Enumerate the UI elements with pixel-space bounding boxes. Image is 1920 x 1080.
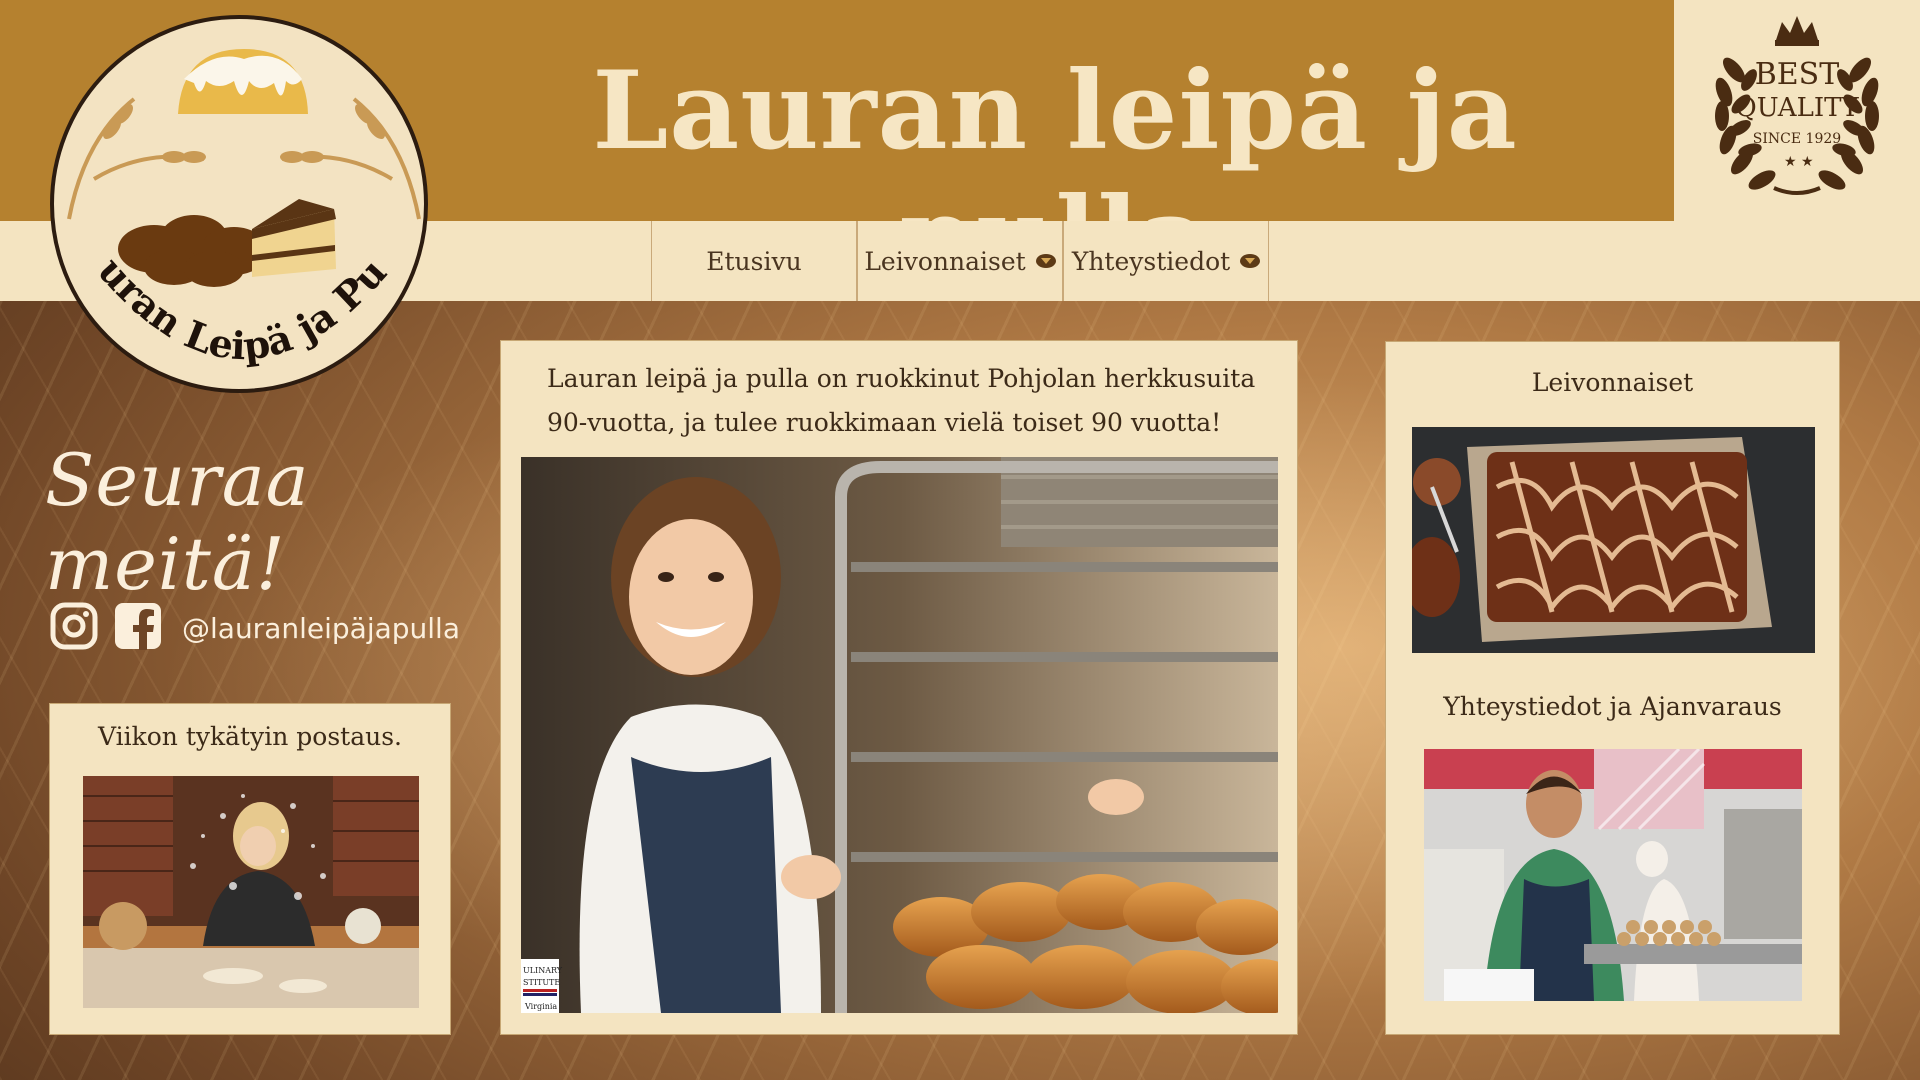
- contact-baker-photo[interactable]: [1424, 749, 1802, 1001]
- cinnamon-rolls-photo[interactable]: [1412, 427, 1815, 653]
- watermark-line2: STITUTE: [523, 978, 560, 987]
- bakery-logo[interactable]: Lauran Leipä ja Pulla: [50, 15, 428, 393]
- chevron-down-icon: [1035, 254, 1056, 268]
- follow-us-heading: Seuraa meitä!: [45, 438, 310, 606]
- svg-text:★ ★: ★ ★: [1784, 154, 1814, 170]
- nav-item-etusivu[interactable]: Etusivu: [651, 221, 857, 301]
- social-handle[interactable]: @lauranleipäjapulla: [182, 612, 460, 645]
- nav-item-label: Leivonnaiset: [864, 246, 1026, 276]
- main-nav: Etusivu Leivonnaiset Yhteystiedot: [651, 221, 1269, 301]
- weekly-post-title: Viikon tykätyin postaus.: [97, 722, 402, 751]
- badge-quality: QUALITY: [1735, 93, 1859, 123]
- instagram-icon[interactable]: [50, 602, 98, 654]
- baker-woman-photo[interactable]: ULINARY STITUTE Virginia: [521, 457, 1278, 1013]
- badge-best: BEST: [1755, 57, 1840, 92]
- social-links: @lauranleipäjapulla: [50, 602, 460, 654]
- sidebar-panel: Leivonnaiset Yhteystiedot ja Ajanvaraus: [1385, 341, 1840, 1035]
- nav-item-label: Etusivu: [706, 246, 802, 276]
- weekly-post-panel: Viikon tykätyin postaus.: [49, 703, 451, 1035]
- pastries-heading[interactable]: Leivonnaiset: [1386, 368, 1839, 397]
- watermark-line1: ULINARY: [523, 966, 563, 975]
- intro-panel: Lauran leipä ja pulla on ruokkinut Pohjo…: [500, 340, 1298, 1035]
- weekly-post-image[interactable]: [83, 776, 419, 1008]
- nav-item-label: Yhteystiedot: [1071, 246, 1231, 276]
- watermark-line3: Virginia: [524, 1002, 557, 1011]
- contact-heading[interactable]: Yhteystiedot ja Ajanvaraus: [1386, 692, 1839, 721]
- nav-item-leivonnaiset[interactable]: Leivonnaiset: [857, 221, 1063, 301]
- laurel-wreath-icon: ★ ★ BEST QUALITY SINCE 1929: [1715, 16, 1879, 195]
- nav-item-yhteystiedot[interactable]: Yhteystiedot: [1063, 221, 1269, 301]
- intro-text: Lauran leipä ja pulla on ruokkinut Pohjo…: [547, 364, 1256, 437]
- badge-since: SINCE 1929: [1753, 131, 1841, 147]
- facebook-icon[interactable]: [114, 602, 162, 654]
- quality-badge: ★ ★ BEST QUALITY SINCE 1929: [1674, 0, 1920, 221]
- chevron-down-icon: [1240, 254, 1261, 268]
